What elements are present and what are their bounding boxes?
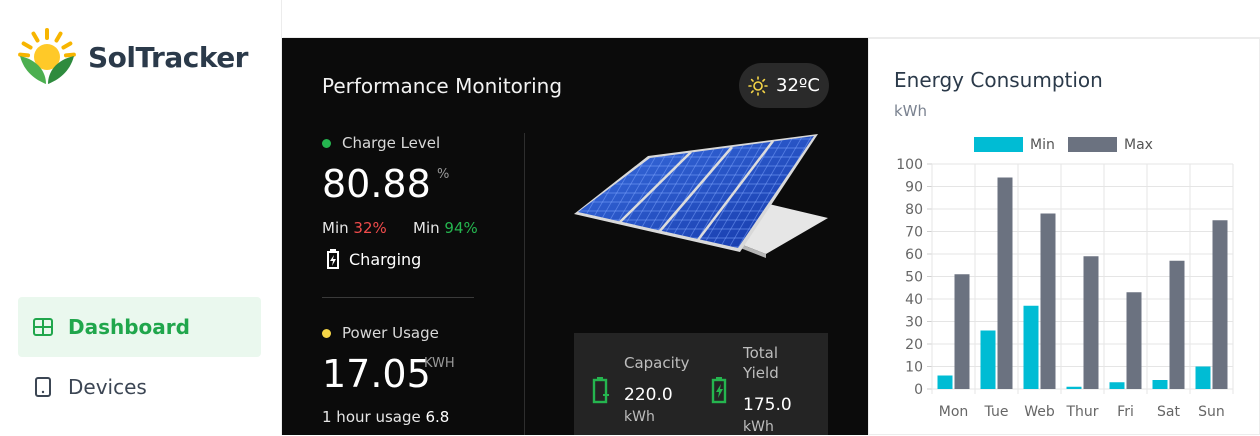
charge-level-label: Charge Level <box>322 134 440 152</box>
bar-min <box>1152 380 1168 389</box>
sun-icon <box>748 75 768 96</box>
sidebar: SolTracker Dashboard Devices <box>0 0 282 435</box>
x-tick-label: Fri <box>1117 404 1134 420</box>
bar-min <box>1109 382 1125 389</box>
hour-usage-label: 1 hour usage <box>322 408 421 426</box>
nav-dashboard-label: Dashboard <box>68 315 190 339</box>
stats-box: Capacity 220.0 kWh Total Yield 175.0 kWh <box>574 333 828 435</box>
y-tick-label: 40 <box>905 292 923 308</box>
nav-dashboard[interactable]: Dashboard <box>18 297 261 357</box>
weather-badge: 32ºC <box>739 63 829 108</box>
power-usage-text: Power Usage <box>342 324 439 342</box>
y-tick-label: 100 <box>896 157 923 173</box>
charge-min-label: Min <box>322 219 349 237</box>
power-usage-value: 17.05 <box>322 352 431 396</box>
total-yield-label: Total Yield <box>743 343 779 383</box>
app-name: SolTracker <box>88 40 249 74</box>
legend-label-min: Min <box>1030 137 1055 153</box>
bar-max <box>1083 256 1099 389</box>
capacity-label: Capacity <box>624 354 690 372</box>
bar-min <box>937 375 953 389</box>
power-status-dot <box>322 328 331 338</box>
y-tick-label: 10 <box>905 360 923 376</box>
bar-min <box>1023 305 1039 389</box>
x-tick-label: Tue <box>984 404 1009 420</box>
x-tick-label: Web <box>1024 404 1055 420</box>
column-divider <box>524 133 525 435</box>
bar-max <box>997 177 1013 389</box>
power-usage-label: Power Usage <box>322 324 439 342</box>
y-tick-label: 30 <box>905 315 923 331</box>
nav-devices[interactable]: Devices <box>18 357 261 417</box>
section-divider <box>322 297 474 298</box>
legend-swatch-min <box>974 137 1023 152</box>
bar-max <box>1126 292 1142 389</box>
total-yield-label-line1: Total <box>743 344 779 362</box>
charging-status: Charging <box>326 248 421 270</box>
bar-max <box>954 274 970 389</box>
charge-level-unit: % <box>437 167 450 182</box>
battery-plus-icon <box>592 377 609 404</box>
sun-leaf-logo-icon <box>18 28 76 84</box>
y-tick-label: 0 <box>914 382 923 398</box>
y-tick-label: 50 <box>905 270 923 286</box>
solar-panel-illustration <box>574 134 828 258</box>
hour-usage-value: 6.8 <box>425 408 450 426</box>
performance-title: Performance Monitoring <box>322 74 563 98</box>
total-yield-value: 175.0 <box>743 395 792 415</box>
top-header <box>283 0 1260 38</box>
total-yield-label-line2: Yield <box>743 364 779 382</box>
hour-usage: 1 hour usage 6.8 <box>322 408 449 426</box>
charge-min-value: 32% <box>353 219 387 237</box>
charge-status-dot <box>322 138 331 148</box>
energy-chart-card: Energy Consumption kWh 0 10 20 30 40 50 60 70 80… <box>868 38 1260 435</box>
nav-devices-label: Devices <box>68 375 147 399</box>
bar-max <box>1212 220 1228 389</box>
x-tick-label: Mon <box>939 404 969 420</box>
grid-icon <box>33 318 53 336</box>
energy-consumption-chart: 0 10 20 30 40 50 60 70 80 90 100 Mon Tue Web Thur Fri Sa… <box>896 137 1234 420</box>
total-yield-unit: kWh <box>743 419 774 435</box>
charge-level-value: 80.88 <box>322 162 431 206</box>
legend-label-max: Max <box>1124 137 1153 153</box>
charge-min: Min 32% <box>322 219 387 237</box>
charge-max: Min 94% <box>413 219 478 237</box>
legend-swatch-max <box>1068 137 1117 152</box>
power-usage-unit: KWH <box>424 356 455 371</box>
y-tick-label: 80 <box>905 202 923 218</box>
charge-level-text: Charge Level <box>342 134 441 152</box>
logo[interactable]: SolTracker <box>16 26 249 88</box>
battery-charging-icon <box>327 249 339 269</box>
x-tick-label: Thur <box>1065 404 1098 420</box>
charging-text: Charging <box>349 249 422 269</box>
bar-min <box>1195 366 1211 389</box>
charge-max-value: 94% <box>444 219 478 237</box>
bar-max <box>1169 260 1185 389</box>
x-tick-label: Sun <box>1198 404 1225 420</box>
capacity-unit: kWh <box>624 409 655 425</box>
y-tick-label: 20 <box>905 337 923 353</box>
bar-max <box>1040 213 1056 389</box>
y-tick-label: 90 <box>905 180 923 196</box>
x-tick-label: Sat <box>1157 404 1180 420</box>
capacity-value: 220.0 <box>624 385 673 405</box>
temperature-value: 32ºC <box>776 75 820 96</box>
charge-max-label: Min <box>413 219 440 237</box>
tablet-icon <box>35 377 51 397</box>
performance-panel: Performance Monitoring 32ºC Charge Level… <box>282 38 868 435</box>
bar-min <box>980 330 996 389</box>
bar-min <box>1066 386 1082 389</box>
battery-bolt-icon <box>711 377 727 404</box>
y-tick-label: 60 <box>905 247 923 263</box>
y-tick-label: 70 <box>905 225 923 241</box>
